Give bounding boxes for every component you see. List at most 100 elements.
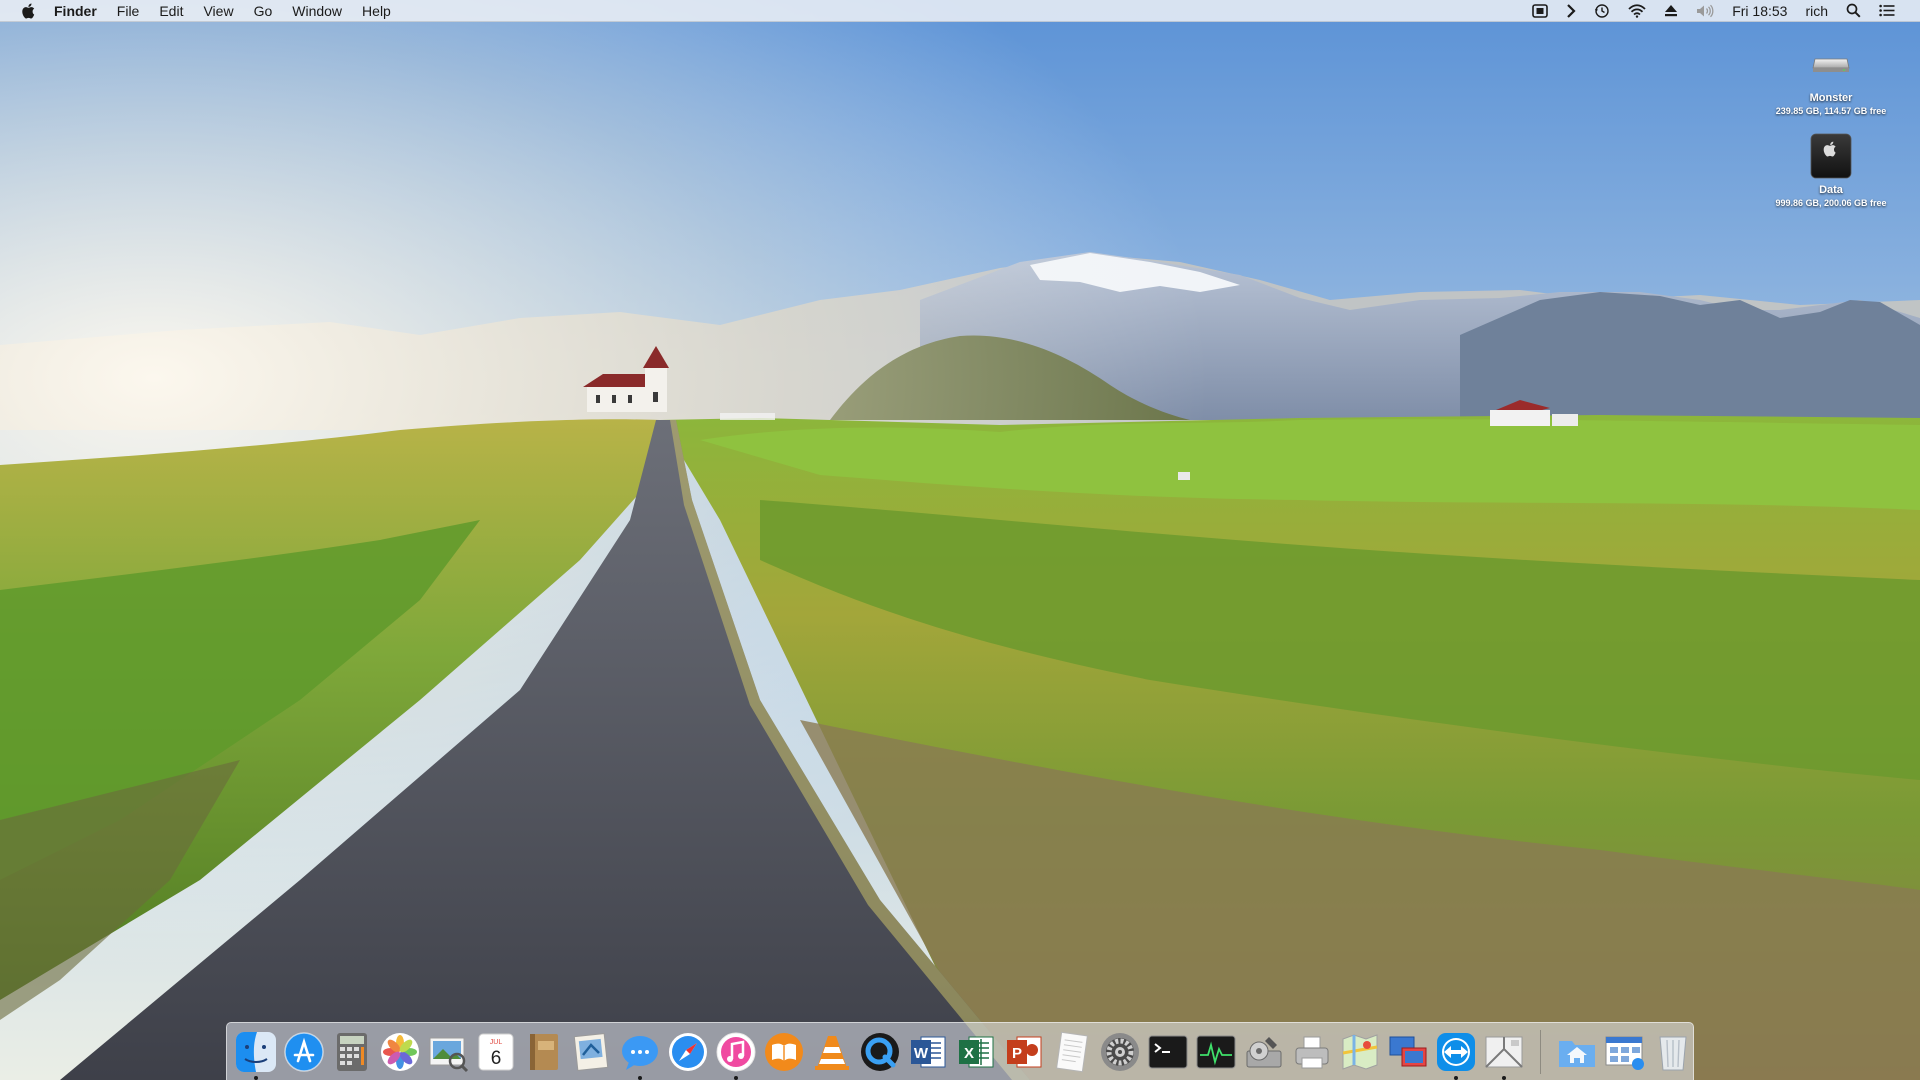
dock-item-remote-desktop[interactable] (1386, 1030, 1430, 1074)
powerpoint-icon: P (1007, 1036, 1042, 1067)
dock-item-textedit[interactable] (1050, 1030, 1094, 1074)
excel-letter: X (964, 1045, 974, 1062)
desktop[interactable]: Finder File Edit View Go Window Help Fri… (0, 0, 1920, 1080)
excel-icon: X (959, 1036, 994, 1067)
menu-help[interactable]: Help (352, 0, 401, 22)
eject-icon[interactable] (1655, 4, 1687, 17)
internal-drive-icon (1756, 40, 1906, 88)
dock-item-preview[interactable] (426, 1030, 470, 1074)
disk-utility-icon (1246, 1036, 1282, 1067)
dock-item-home-folder[interactable] (1555, 1030, 1599, 1074)
vlc-icon (815, 1035, 849, 1070)
itunes-icon (716, 1032, 756, 1071)
running-indicator (1502, 1075, 1506, 1080)
dock-item-system-preferences[interactable] (1098, 1030, 1142, 1074)
powerpoint-letter: P (1012, 1045, 1022, 1062)
dock-item-word[interactable]: W (906, 1030, 950, 1074)
dock-separator (1540, 1029, 1541, 1074)
running-indicator (734, 1075, 738, 1080)
dock-item-trash[interactable] (1651, 1030, 1695, 1074)
external-drive-icon (1756, 132, 1906, 180)
dock-item-applications[interactable] (1603, 1030, 1647, 1074)
menu-bar: Finder File Edit View Go Window Help Fri… (0, 0, 1920, 22)
dock-item-calculator[interactable] (330, 1030, 374, 1074)
menu-bar-right: Fri 18:53 rich (1523, 0, 1920, 22)
desktop-icon-monster[interactable]: Monster 239.85 GB, 114.57 GB free (1756, 40, 1906, 117)
dock-item-disk-utility[interactable] (1242, 1030, 1286, 1074)
safari-icon (669, 1032, 707, 1071)
remote-desktop-icon (1389, 1036, 1427, 1066)
applications-window-icon (1605, 1036, 1644, 1070)
dock-item-activity-monitor[interactable] (1194, 1030, 1238, 1074)
app-store-icon (284, 1031, 324, 1072)
menu-user[interactable]: rich (1796, 0, 1837, 22)
dock-item-excel[interactable]: X (954, 1030, 998, 1074)
notification-center-icon[interactable] (1870, 4, 1904, 17)
dock-item-printer[interactable] (1290, 1030, 1334, 1074)
dock-item-directory-utility[interactable] (1482, 1030, 1526, 1080)
calendar-day: 6 (491, 1048, 502, 1069)
dock-item-terminal[interactable] (1146, 1030, 1190, 1074)
ibooks-icon (765, 1032, 803, 1071)
photos-icon (381, 1032, 419, 1071)
dock-item-messages[interactable] (618, 1030, 662, 1080)
running-indicator (1454, 1075, 1458, 1080)
menu-go[interactable]: Go (244, 0, 283, 22)
printer-icon (1295, 1036, 1329, 1068)
word-letter: W (914, 1045, 929, 1062)
calendar-icon: JUL 6 (478, 1033, 514, 1070)
teamviewer-icon (1437, 1032, 1475, 1071)
quicktime-icon (861, 1032, 899, 1071)
drive-info: 999.86 GB, 200.06 GB free (1775, 198, 1887, 208)
dock-item-safari[interactable] (666, 1030, 710, 1074)
wifi-icon[interactable] (1619, 3, 1655, 18)
dock-item-photos[interactable] (378, 1030, 422, 1074)
desktop-icon-data[interactable]: Data 999.86 GB, 200.06 GB free (1756, 132, 1906, 209)
calculator-icon (337, 1032, 367, 1071)
finder-icon (236, 1031, 276, 1072)
volume-icon[interactable] (1687, 4, 1723, 18)
terminal-icon (1148, 1035, 1188, 1068)
activity-monitor-icon (1196, 1035, 1236, 1068)
preview-icon (429, 1037, 469, 1072)
dock-item-app-store[interactable] (282, 1030, 326, 1074)
drive-name: Monster (1809, 92, 1853, 104)
menu-clock[interactable]: Fri 18:53 (1723, 0, 1796, 22)
dock-item-teamviewer[interactable] (1434, 1030, 1478, 1080)
dock-item-finder[interactable] (234, 1030, 278, 1080)
dock: JUL 6 W X P (226, 1022, 1694, 1080)
notebook-icon (530, 1033, 558, 1070)
messages-icon (622, 1035, 658, 1070)
dock-item-mail[interactable] (570, 1030, 614, 1074)
desktop-wallpaper (0, 0, 1920, 1080)
calendar-month: JUL (490, 1039, 503, 1046)
dock-item-maps[interactable] (1338, 1030, 1382, 1074)
dock-item-itunes[interactable] (714, 1030, 758, 1080)
word-icon: W (911, 1036, 946, 1067)
dock-item-ibooks[interactable] (762, 1030, 806, 1074)
dock-item-calendar[interactable]: JUL 6 (474, 1030, 518, 1074)
maps-icon (1342, 1033, 1378, 1070)
drive-info: 239.85 GB, 114.57 GB free (1775, 106, 1887, 116)
dictation-chevron-icon[interactable] (1557, 3, 1585, 18)
textedit-icon (1056, 1031, 1088, 1072)
menu-view[interactable]: View (193, 0, 243, 22)
dock-item-notebook[interactable] (522, 1030, 566, 1074)
menu-bar-left: Finder File Edit View Go Window Help (0, 0, 401, 22)
menu-edit[interactable]: Edit (149, 0, 193, 22)
menu-window[interactable]: Window (282, 0, 352, 22)
system-preferences-icon (1101, 1032, 1139, 1071)
apple-menu-icon[interactable] (18, 0, 38, 22)
trash-icon (1659, 1036, 1687, 1070)
spotlight-icon[interactable] (1837, 3, 1870, 18)
mail-icon (573, 1032, 609, 1071)
menu-file[interactable]: File (107, 0, 150, 22)
running-indicator (254, 1075, 258, 1080)
time-machine-icon[interactable] (1585, 3, 1619, 19)
screen-capture-icon[interactable] (1523, 3, 1557, 18)
menu-app-name[interactable]: Finder (54, 0, 107, 22)
dock-item-powerpoint[interactable]: P (1002, 1030, 1046, 1074)
directory-utility-icon (1485, 1036, 1523, 1068)
dock-item-vlc[interactable] (810, 1030, 854, 1074)
dock-item-quicktime[interactable] (858, 1030, 902, 1074)
